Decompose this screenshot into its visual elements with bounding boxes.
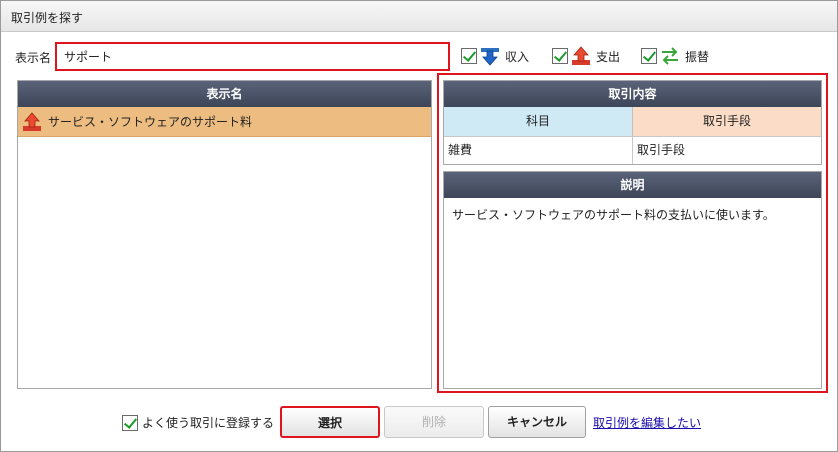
detail-values: 雑費 取引手段 [444,136,821,164]
detail-columns: 科目 取引手段 [444,107,821,136]
select-button[interactable]: 選択 [280,406,380,438]
transaction-list-panel: 表示名 サービス・ソフトウェアのサポート料 [17,80,432,389]
delete-button[interactable]: 削除 [384,406,484,438]
detail-header: 取引内容 [444,81,821,107]
list-header: 表示名 [18,81,431,107]
dialog: 取引例を探す 表示名 収入 支出 振替 表示名 [0,0,838,452]
search-label: 表示名 [15,51,52,65]
income-checkbox[interactable] [461,48,477,64]
cancel-button[interactable]: キャンセル [488,406,586,438]
col-account-header: 科目 [444,107,633,136]
description-text: サービス・ソフトウェアのサポート料の支払いに使います。 [452,208,775,222]
filter-expense-label: 支出 [596,49,621,64]
expense-arrow-icon [572,46,590,65]
expense-checkbox[interactable] [552,48,568,64]
list-item-label: サービス・ソフトウェアのサポート料 [48,115,253,129]
description-panel: 説明 サービス・ソフトウェアのサポート料の支払いに使います。 [443,171,822,389]
expense-arrow-icon [23,111,41,131]
filter-income-label: 収入 [505,49,530,64]
dialog-titlebar: 取引例を探す [1,1,837,32]
income-arrow-icon [481,48,499,66]
filter-transfer-label: 振替 [685,49,710,64]
transfer-checkbox[interactable] [641,48,657,64]
filter-income[interactable]: 収入 [461,45,529,67]
dialog-title: 取引例を探す [11,11,84,25]
edit-examples-link[interactable]: 取引例を編集したい [593,414,701,431]
favorite-option[interactable]: よく使う取引に登録する [122,414,274,431]
account-value: 雑費 [444,137,633,164]
list-item[interactable]: サービス・ソフトウェアのサポート料 [18,107,431,137]
search-input[interactable] [55,42,450,71]
favorite-label: よく使う取引に登録する [142,416,275,430]
favorite-checkbox[interactable] [122,414,138,431]
method-value: 取引手段 [637,143,686,157]
transaction-detail-panel: 取引内容 科目 取引手段 雑費 取引手段 [443,80,822,165]
filter-expense[interactable]: 支出 [552,45,620,67]
col-method-header: 取引手段 [633,107,821,136]
transfer-arrows-icon [662,47,678,65]
filter-transfer[interactable]: 振替 [641,45,709,67]
description-header: 説明 [444,172,821,198]
